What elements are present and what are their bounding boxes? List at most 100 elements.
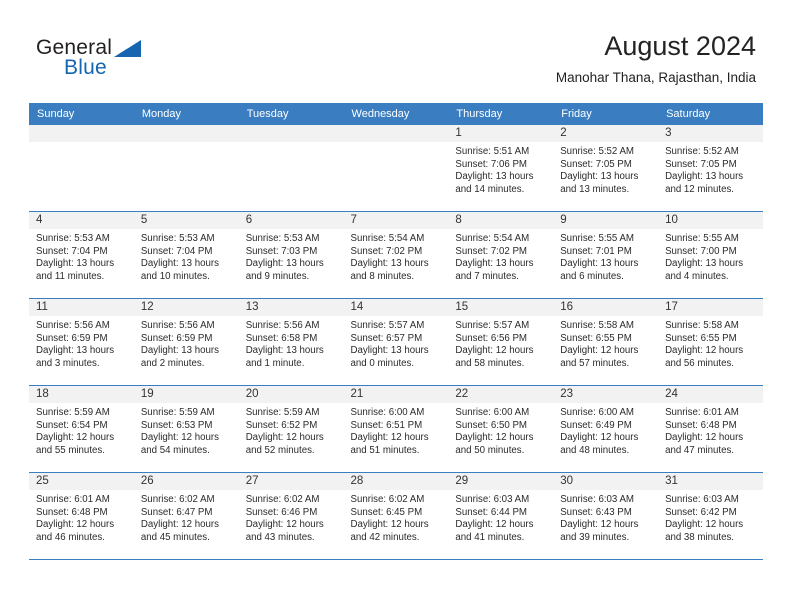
- day-detail-line: Sunset: 7:06 PM: [455, 158, 527, 170]
- day-number: 24: [658, 386, 763, 403]
- day-number: 27: [238, 473, 344, 490]
- calendar-day-cell[interactable]: 18 Sunrise: 5:59 AM Sunset: 6:54 PM Dayligh…: [29, 385, 134, 473]
- day-detail-line: and 56 minutes.: [665, 357, 734, 369]
- day-detail-line: and 11 minutes.: [36, 270, 105, 282]
- calendar-week-row: 25 Sunrise: 6:01 AM Sunset: 6:48 PM Dayligh…: [29, 472, 763, 559]
- day-detail-line: Sunrise: 5:58 AM: [665, 320, 739, 331]
- calendar-day-cell[interactable]: 16 Sunrise: 5:58 AM Sunset: 6:55 PM Dayligh…: [553, 298, 659, 386]
- day-detail-line: Sunset: 6:50 PM: [455, 419, 527, 431]
- day-details: Sunrise: 5:56 AM Sunset: 6:58 PM Daylight:…: [239, 316, 344, 370]
- day-details: Sunrise: 6:03 AM Sunset: 6:42 PM Daylight:…: [658, 490, 763, 544]
- day-detail-line: Sunset: 6:44 PM: [455, 506, 527, 518]
- day-details: Sunrise: 6:02 AM Sunset: 6:45 PM Daylight:…: [344, 490, 449, 544]
- day-number: 5: [133, 212, 239, 229]
- calendar-day-cell[interactable]: 17 Sunrise: 5:58 AM Sunset: 6:55 PM Dayligh…: [658, 298, 763, 386]
- calendar-day-cell[interactable]: 29 Sunrise: 6:03 AM Sunset: 6:44 PM Dayligh…: [448, 472, 554, 559]
- day-detail-line: Sunset: 6:42 PM: [665, 506, 737, 518]
- calendar-day-cell[interactable]: 12 Sunrise: 5:56 AM Sunset: 6:59 PM Dayligh…: [133, 298, 239, 386]
- calendar-day-cell[interactable]: 6 Sunrise: 5:53 AM Sunset: 7:03 PM Daylight…: [238, 211, 344, 299]
- day-detail-line: and 47 minutes.: [665, 444, 734, 456]
- calendar-day-cell[interactable]: 5 Sunrise: 5:53 AM Sunset: 7:04 PM Daylight…: [133, 211, 239, 299]
- calendar-day-cell[interactable]: 19 Sunrise: 5:59 AM Sunset: 6:53 PM Dayligh…: [133, 385, 239, 473]
- general-blue-logo[interactable]: General Blue: [36, 36, 236, 84]
- calendar-day-cell[interactable]: 15 Sunrise: 5:57 AM Sunset: 6:56 PM Dayligh…: [448, 298, 554, 386]
- day-detail-line: Sunset: 6:48 PM: [665, 419, 737, 431]
- day-detail-line: and 43 minutes.: [245, 531, 315, 543]
- calendar-day-cell[interactable]: 25 Sunrise: 6:01 AM Sunset: 6:48 PM Dayligh…: [29, 472, 134, 559]
- day-number: [133, 125, 239, 142]
- weekday-header-cell: Saturday: [658, 103, 763, 125]
- calendar-day-cell[interactable]: 27 Sunrise: 6:02 AM Sunset: 6:46 PM Dayligh…: [238, 472, 344, 559]
- day-detail-line: Sunset: 6:55 PM: [665, 332, 737, 344]
- day-detail-line: Sunset: 6:49 PM: [560, 419, 632, 431]
- day-number: [343, 125, 449, 142]
- calendar-day-cell[interactable]: 31 Sunrise: 6:03 AM Sunset: 6:42 PM Dayligh…: [658, 472, 763, 559]
- logo-triangle-icon: [114, 40, 141, 57]
- calendar-day-cell[interactable]: 21 Sunrise: 6:00 AM Sunset: 6:51 PM Dayligh…: [343, 385, 449, 473]
- logo-text-blue: Blue: [64, 56, 107, 79]
- day-detail-line: Sunrise: 5:55 AM: [665, 233, 739, 244]
- day-detail-line: Sunrise: 6:01 AM: [665, 407, 739, 418]
- day-detail-line: and 0 minutes.: [350, 357, 415, 369]
- calendar-day-cell-empty: [133, 125, 239, 212]
- calendar-day-cell[interactable]: 2 Sunrise: 5:52 AM Sunset: 7:05 PM Daylight…: [553, 125, 659, 212]
- day-detail-line: and 3 minutes.: [36, 357, 100, 369]
- calendar-day-cell[interactable]: 22 Sunrise: 6:00 AM Sunset: 6:50 PM Dayligh…: [448, 385, 554, 473]
- calendar-day-cell[interactable]: 8 Sunrise: 5:54 AM Sunset: 7:02 PM Daylight…: [448, 211, 554, 299]
- day-detail-line: Sunrise: 5:54 AM: [350, 233, 425, 244]
- calendar-day-cell[interactable]: 30 Sunrise: 6:03 AM Sunset: 6:43 PM Dayligh…: [553, 472, 659, 559]
- day-detail-line: Daylight: 12 hours: [36, 519, 115, 531]
- day-detail-line: and 14 minutes.: [455, 183, 525, 195]
- calendar-day-cell[interactable]: 10 Sunrise: 5:55 AM Sunset: 7:00 PM Dayligh…: [658, 211, 763, 299]
- day-detail-line: Daylight: 12 hours: [665, 432, 744, 444]
- day-details: Sunrise: 6:03 AM Sunset: 6:43 PM Daylight:…: [553, 490, 658, 544]
- calendar-day-cell[interactable]: 26 Sunrise: 6:02 AM Sunset: 6:47 PM Dayligh…: [133, 472, 239, 559]
- day-details: [239, 142, 344, 146]
- day-number: 9: [553, 212, 659, 229]
- day-detail-line: Sunset: 7:04 PM: [36, 245, 108, 257]
- day-detail-line: Daylight: 12 hours: [560, 345, 639, 357]
- day-detail-line: Daylight: 13 hours: [140, 258, 219, 270]
- day-detail-line: Sunset: 7:02 PM: [350, 245, 423, 257]
- day-detail-line: Sunset: 7:05 PM: [665, 158, 737, 170]
- day-detail-line: Daylight: 12 hours: [560, 519, 639, 531]
- calendar-day-cell[interactable]: 9 Sunrise: 5:55 AM Sunset: 7:01 PM Daylight…: [553, 211, 659, 299]
- day-detail-line: Daylight: 13 hours: [36, 345, 115, 357]
- day-detail-line: Daylight: 12 hours: [455, 345, 534, 357]
- day-number: 1: [448, 125, 554, 142]
- day-detail-line: and 51 minutes.: [350, 444, 420, 456]
- calendar-bottom-border: [29, 559, 763, 560]
- calendar-day-cell-empty: [343, 125, 449, 212]
- calendar-day-cell[interactable]: 13 Sunrise: 5:56 AM Sunset: 6:58 PM Dayligh…: [238, 298, 344, 386]
- day-details: Sunrise: 6:00 AM Sunset: 6:51 PM Daylight:…: [344, 403, 449, 457]
- day-number: 3: [658, 125, 763, 142]
- day-detail-line: and 13 minutes.: [560, 183, 630, 195]
- calendar-day-cell[interactable]: 28 Sunrise: 6:02 AM Sunset: 6:45 PM Dayligh…: [343, 472, 449, 559]
- day-details: Sunrise: 5:54 AM Sunset: 7:02 PM Daylight:…: [344, 229, 449, 283]
- day-detail-line: Sunrise: 6:03 AM: [665, 494, 739, 505]
- day-detail-line: Sunrise: 6:03 AM: [455, 494, 530, 505]
- calendar-day-cell[interactable]: 14 Sunrise: 5:57 AM Sunset: 6:57 PM Dayligh…: [343, 298, 449, 386]
- calendar-day-cell[interactable]: 4 Sunrise: 5:53 AM Sunset: 7:04 PM Daylight…: [29, 211, 134, 299]
- calendar-day-cell[interactable]: 24 Sunrise: 6:01 AM Sunset: 6:48 PM Dayligh…: [658, 385, 763, 473]
- day-details: Sunrise: 5:51 AM Sunset: 7:06 PM Daylight:…: [448, 142, 553, 196]
- calendar-day-cell[interactable]: 11 Sunrise: 5:56 AM Sunset: 6:59 PM Dayligh…: [29, 298, 134, 386]
- day-detail-line: Daylight: 13 hours: [350, 345, 429, 357]
- calendar-day-cell[interactable]: 3 Sunrise: 5:52 AM Sunset: 7:05 PM Daylight…: [658, 125, 763, 212]
- calendar-day-cell[interactable]: 1 Sunrise: 5:51 AM Sunset: 7:06 PM Daylight…: [448, 125, 554, 212]
- calendar-day-cell[interactable]: 23 Sunrise: 6:00 AM Sunset: 6:49 PM Dayligh…: [553, 385, 659, 473]
- calendar-week-row: 11 Sunrise: 5:56 AM Sunset: 6:59 PM Dayligh…: [29, 298, 763, 386]
- day-detail-line: Daylight: 13 hours: [455, 171, 534, 183]
- day-detail-line: and 10 minutes.: [140, 270, 210, 282]
- day-number: [238, 125, 344, 142]
- calendar-day-cell[interactable]: 20 Sunrise: 5:59 AM Sunset: 6:52 PM Dayligh…: [238, 385, 344, 473]
- day-detail-line: Sunrise: 6:00 AM: [455, 407, 530, 418]
- day-detail-line: Sunset: 6:59 PM: [140, 332, 213, 344]
- day-detail-line: Daylight: 12 hours: [350, 432, 429, 444]
- day-number: 16: [553, 299, 659, 316]
- day-details: Sunrise: 5:56 AM Sunset: 6:59 PM Daylight:…: [29, 316, 134, 370]
- calendar-day-cell[interactable]: 7 Sunrise: 5:54 AM Sunset: 7:02 PM Daylight…: [343, 211, 449, 299]
- day-details: Sunrise: 6:03 AM Sunset: 6:44 PM Daylight:…: [448, 490, 553, 544]
- day-details: Sunrise: 5:54 AM Sunset: 7:02 PM Daylight:…: [448, 229, 553, 283]
- day-detail-line: and 58 minutes.: [455, 357, 525, 369]
